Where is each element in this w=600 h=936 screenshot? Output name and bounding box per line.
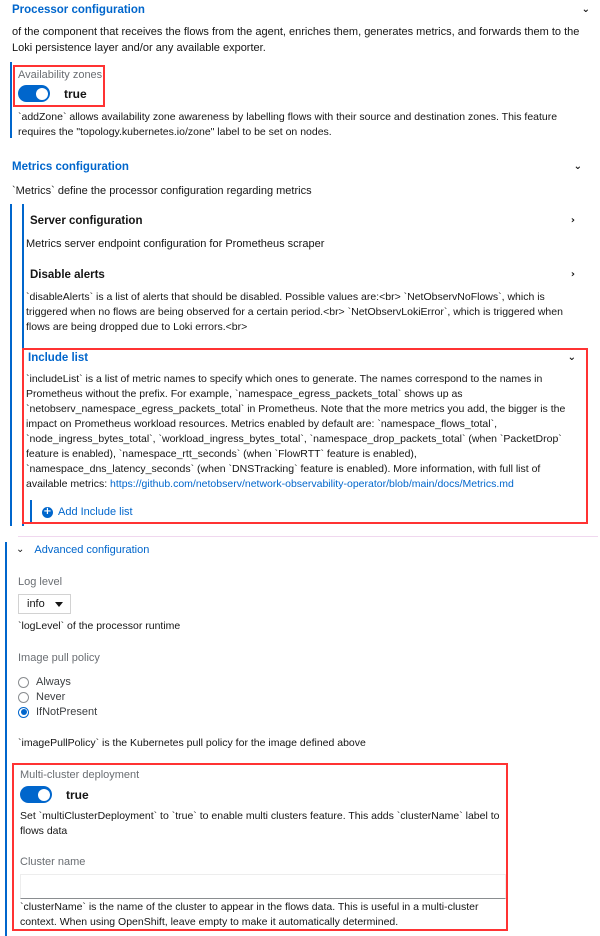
include-list-description: `includeList` is a list of metric names … [26,372,584,492]
multi-cluster-helper: Set `multiClusterDeployment` to `true` t… [20,810,500,837]
include-list-title: Include list [28,352,89,364]
chevron-right-icon[interactable]: › [571,216,575,226]
chevron-down-icon[interactable]: ⌄ [568,353,576,363]
radio-label: IfNotPresent [36,706,98,718]
log-level-value: info [27,598,45,610]
cluster-name-label: Cluster name [20,856,86,868]
caret-down-icon [54,601,63,607]
include-list-header[interactable]: Include list ⌄ [28,352,576,364]
disable-alerts-title: Disable alerts [30,269,105,281]
radio-label: Never [36,691,66,703]
cluster-name-helper: `clusterName` is the name of the cluster… [20,901,479,928]
availability-zones-helper: `addZone` allows availability zone aware… [18,111,558,138]
multi-cluster-toggle-row[interactable]: true [20,786,89,803]
multi-cluster-toggle-value: true [66,787,89,802]
image-pull-policy-helper: `imagePullPolicy` is the Kubernetes pull… [18,737,366,749]
disable-alerts-header[interactable]: Disable alerts › [30,269,575,281]
plus-circle-icon: + [42,506,53,518]
processor-configuration-header[interactable]: Processor configuration ⌄ [12,4,590,16]
processor-configuration-form: Processor configuration ⌄ of the compone… [0,0,600,936]
radio-icon[interactable] [18,676,29,688]
add-include-list-button[interactable]: + Add Include list [42,506,133,518]
processor-configuration-title: Processor configuration [12,4,145,16]
log-level-label: Log level [18,576,63,588]
disable-alerts-description: `disableAlerts` is a list of alerts that… [26,291,563,333]
log-level-helper: `logLevel` of the processor runtime [18,620,181,632]
radio-option-ifnotpresent[interactable]: IfNotPresent [18,706,97,718]
multi-cluster-label: Multi-cluster deployment [20,769,140,781]
radio-option-never[interactable]: Never [18,691,97,703]
processor-configuration-description: of the component that receives the flows… [12,26,580,54]
advanced-configuration-title: Advanced configuration [34,544,150,556]
image-pull-policy-options: Always Never IfNotPresent [18,673,97,721]
metrics-configuration-title: Metrics configuration [12,161,129,173]
include-list-description-text: `includeList` is a list of metric names … [26,373,566,490]
radio-icon[interactable] [18,691,29,703]
radio-option-always[interactable]: Always [18,676,97,688]
multi-cluster-toggle[interactable] [20,786,52,803]
availability-zones-toggle-row[interactable]: true [18,85,87,102]
log-level-select[interactable]: info [18,594,71,614]
add-include-list-label: Add Include list [58,506,133,518]
chevron-right-icon[interactable]: › [571,270,575,280]
chevron-down-icon[interactable]: ⌄ [16,545,24,555]
server-configuration-title: Server configuration [30,215,143,227]
chevron-down-icon[interactable]: ⌄ [574,162,582,172]
metrics-docs-link[interactable]: https://github.com/netobserv/network-obs… [110,478,514,490]
cluster-name-input[interactable] [20,874,506,899]
availability-zones-toggle[interactable] [18,85,50,102]
radio-label: Always [36,676,71,688]
metrics-configuration-description: `Metrics` define the processor configura… [12,185,312,197]
advanced-configuration-header[interactable]: ⌄ Advanced configuration [16,544,149,556]
server-configuration-header[interactable]: Server configuration › [30,215,575,227]
metrics-configuration-header[interactable]: Metrics configuration ⌄ [12,161,582,173]
image-pull-policy-label: Image pull policy [18,652,100,664]
radio-icon-selected[interactable] [18,706,29,718]
availability-zones-toggle-value: true [64,86,87,101]
chevron-down-icon[interactable]: ⌄ [582,5,590,15]
server-configuration-description: Metrics server endpoint configuration fo… [26,238,325,250]
availability-zones-label: Availability zones [18,69,103,81]
section-divider [18,536,598,537]
